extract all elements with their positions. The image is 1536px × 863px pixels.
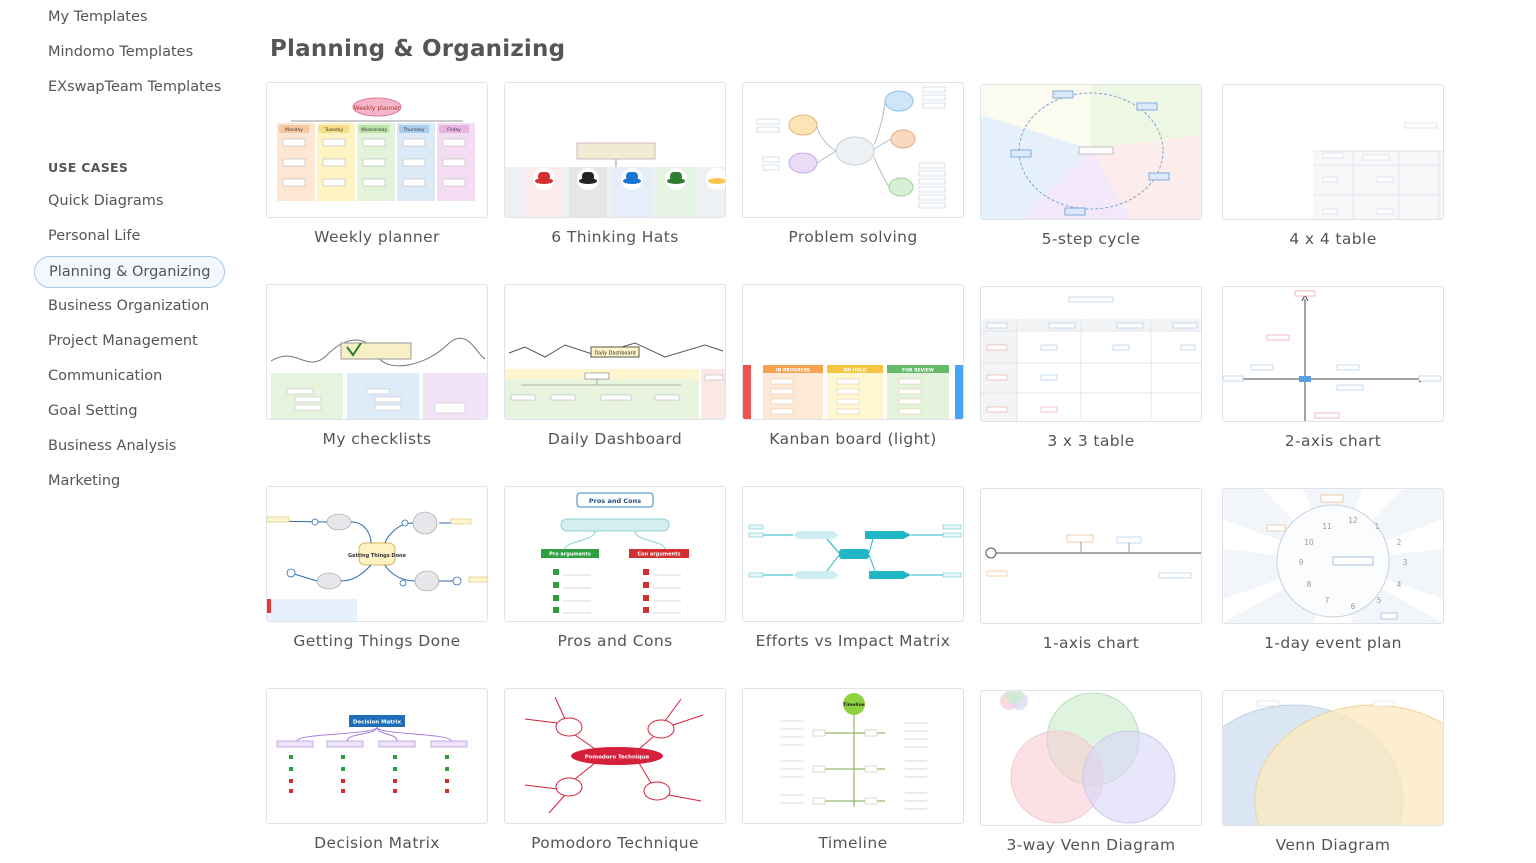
template-label: Efforts vs Impact Matrix — [755, 632, 951, 650]
kanban-column-label: FOR REVIEW — [902, 368, 934, 374]
page-title: Planning & Organizing — [270, 36, 566, 62]
sidebar-item-team-templates[interactable]: EXswapTeam Templates — [48, 79, 221, 95]
clock-number: 8 — [1307, 580, 1312, 589]
day-label: Monday — [285, 127, 303, 133]
sidebar-item-planning-organizing[interactable]: Planning & Organizing — [34, 256, 226, 288]
template-label: Kanban board (light) — [769, 430, 937, 448]
day-label: Friday — [447, 127, 461, 133]
template-thumbnail: IN PROGRESS ON HOLD FOR REVIEW — [742, 284, 964, 420]
template-thumbnail — [980, 84, 1202, 220]
clock-number: 5 — [1377, 596, 1382, 605]
template-label: Weekly planner — [314, 228, 440, 246]
clock-number: 7 — [1325, 596, 1330, 605]
daily-dashboard-title: Daily Dashboard — [594, 351, 635, 357]
template-thumbnail: Decision Matrix — [266, 688, 488, 824]
template-thumbnail: Daily Dashboard — [504, 284, 726, 420]
template-thumbnail — [1222, 690, 1444, 826]
sidebar-item-business-analysis[interactable]: Business Analysis — [48, 438, 176, 454]
weekly-planner-title: Weekly planner — [354, 105, 401, 112]
clock-number: 11 — [1322, 522, 1332, 531]
template-label: Decision Matrix — [314, 834, 440, 852]
clock-number: 1 — [1375, 522, 1380, 531]
sidebar-item-project-management[interactable]: Project Management — [48, 333, 198, 349]
template-label: 1-day event plan — [1264, 634, 1402, 652]
clock-number: 9 — [1299, 558, 1304, 567]
template-thumbnail — [980, 690, 1202, 826]
sidebar-item-marketing[interactable]: Marketing — [48, 473, 120, 489]
pros-label: Pro arguments — [549, 552, 591, 558]
kanban-column-label: ON HOLD — [843, 368, 867, 374]
sidebar-item-my-templates[interactable]: My Templates — [48, 9, 147, 25]
use-cases-heading: USE CASES — [48, 160, 129, 175]
template-label: Daily Dashboard — [547, 430, 683, 448]
clock-number: 2 — [1397, 538, 1402, 547]
template-label: 3-way Venn Diagram — [1006, 836, 1176, 854]
clock-number: 3 — [1403, 558, 1408, 567]
template-label: Getting Things Done — [293, 632, 461, 650]
sidebar-item-quick-diagrams[interactable]: Quick Diagrams — [48, 193, 163, 209]
template-thumbnail — [1222, 84, 1444, 220]
sidebar-item-communication[interactable]: Communication — [48, 368, 162, 384]
template-label: Venn Diagram — [1275, 836, 1391, 854]
template-thumbnail: Getting Things Done — [266, 486, 488, 622]
pomodoro-title: Pomodoro Technique — [585, 755, 650, 761]
gtd-center-label: Getting Things Done — [348, 553, 407, 559]
kanban-column-label: IN PROGRESS — [776, 368, 810, 374]
clock-number: 10 — [1304, 538, 1314, 547]
sidebar-item-mindomo-templates[interactable]: Mindomo Templates — [48, 44, 193, 60]
cons-label: Con arguments — [638, 552, 681, 558]
template-thumbnail — [742, 486, 964, 622]
template-label: 6 Thinking Hats — [551, 228, 679, 246]
sidebar-item-goal-setting[interactable]: Goal Setting — [48, 403, 138, 419]
clock-number: 6 — [1351, 602, 1356, 611]
template-thumbnail — [1222, 286, 1444, 422]
day-label: Wednesday — [361, 127, 387, 133]
template-label: Pomodoro Technique — [531, 834, 699, 852]
template-thumbnail: Pros and Cons Pro arguments Con argument… — [504, 486, 726, 622]
template-label: Pros and Cons — [557, 632, 673, 650]
day-label: Tuesday — [324, 127, 344, 133]
template-label: My checklists — [322, 430, 432, 448]
template-label: 3 x 3 table — [1047, 432, 1135, 450]
template-thumbnail — [266, 284, 488, 420]
template-label: 4 x 4 table — [1289, 230, 1377, 248]
template-thumbnail — [980, 488, 1202, 624]
clock-number: 4 — [1397, 580, 1402, 589]
sidebar-item-personal-life[interactable]: Personal Life — [48, 228, 140, 244]
pros-cons-title: Pros and Cons — [589, 497, 641, 505]
timeline-title: Timeline — [843, 702, 865, 708]
template-thumbnail: Timeline — [742, 688, 964, 824]
template-label: 1-axis chart — [1042, 634, 1140, 652]
sidebar-item-business-organization[interactable]: Business Organization — [48, 298, 209, 314]
template-thumbnail: Pomodoro Technique — [504, 688, 726, 824]
template-thumbnail: Weekly planner Monday Tuesday Wednesday … — [266, 82, 488, 218]
template-label: 5-step cycle — [1041, 230, 1141, 248]
template-label: Problem solving — [788, 228, 918, 246]
template-thumbnail — [980, 286, 1202, 422]
template-label: 2-axis chart — [1284, 432, 1382, 450]
template-thumbnail — [504, 82, 726, 218]
clock-number: 12 — [1348, 516, 1358, 525]
day-label: Thursday — [403, 127, 425, 133]
decision-matrix-title: Decision Matrix — [353, 720, 402, 726]
template-label: Timeline — [818, 834, 888, 852]
template-thumbnail: 12 1 2 3 4 5 6 7 8 9 10 11 — [1222, 488, 1444, 624]
template-thumbnail — [742, 82, 964, 218]
sidebar: My Templates Mindomo Templates EXswapTea… — [0, 0, 240, 863]
